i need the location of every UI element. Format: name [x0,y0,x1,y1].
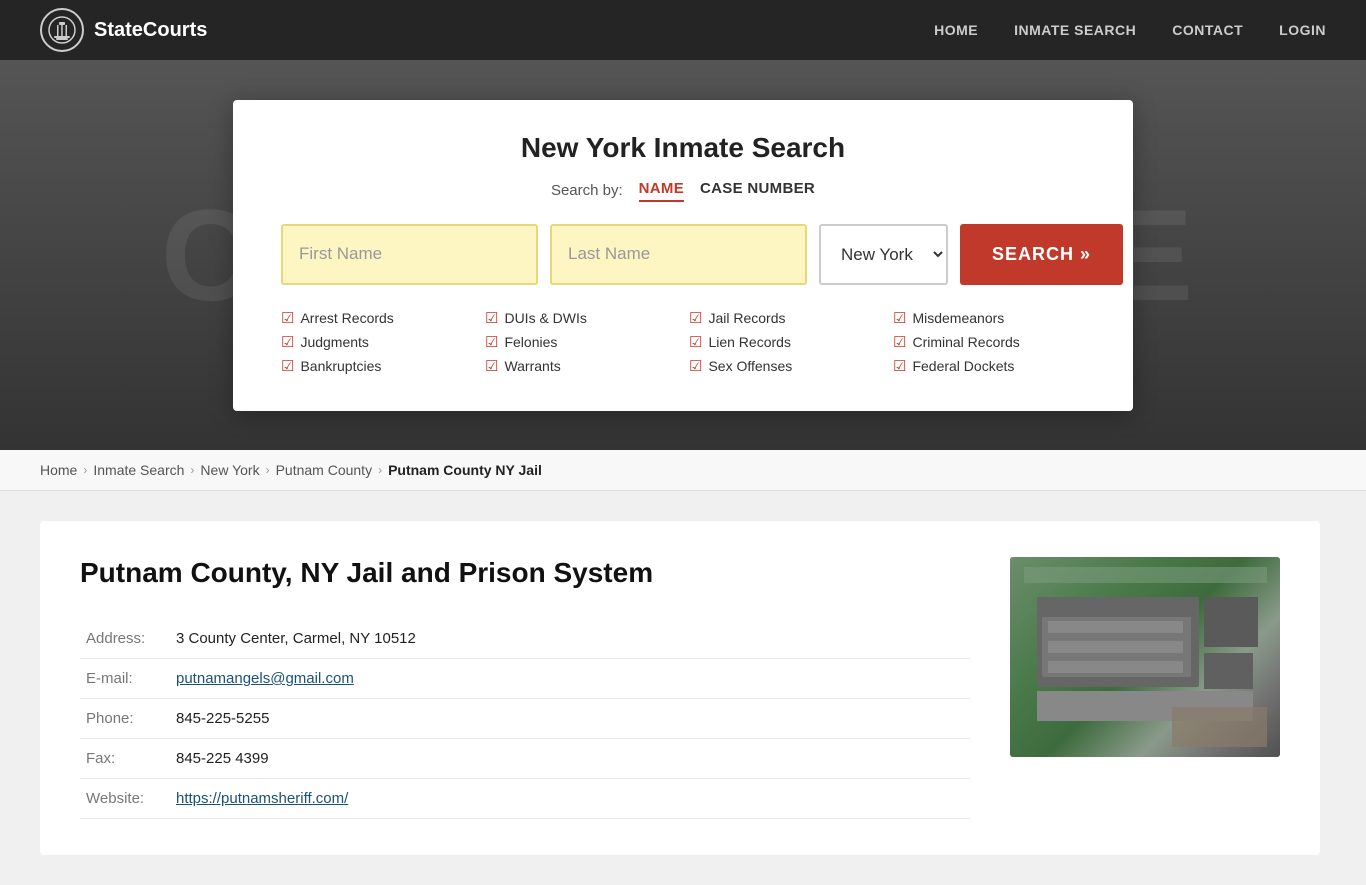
content-card: Putnam County, NY Jail and Prison System… [40,521,1320,855]
tab-name[interactable]: NAME [639,180,684,202]
check-label: Arrest Records [300,310,393,326]
check-item: ☑ Warrants [485,357,677,375]
check-item: ☑ Criminal Records [893,333,1085,351]
info-row: Phone:845-225-5255 [80,699,970,739]
breadcrumb-separator: › [378,463,382,477]
breadcrumb-item: Putnam County NY Jail [388,462,542,478]
search-inputs-row: New York Alabama Alaska California Flori… [281,224,1085,285]
checkbox-icon: ☑ [281,309,294,327]
check-label: Warrants [504,358,560,374]
check-item: ☑ Bankruptcies [281,357,473,375]
check-item: ☑ Lien Records [689,333,881,351]
check-item: ☑ Misdemeanors [893,309,1085,327]
info-value[interactable]: putnamangels@gmail.com [170,659,970,699]
info-value: 845-225-5255 [170,699,970,739]
last-name-input[interactable] [550,224,807,285]
check-label: Jail Records [708,310,785,326]
nav-contact[interactable]: CONTACT [1172,22,1243,38]
check-label: Misdemeanors [912,310,1004,326]
logo-icon [40,8,84,52]
check-label: DUIs & DWIs [504,310,586,326]
info-section: Putnam County, NY Jail and Prison System… [80,557,970,819]
breadcrumb-separator: › [83,463,87,477]
info-row: E-mail: putnamangels@gmail.com [80,659,970,699]
checkbox-icon: ☑ [893,333,906,351]
info-label: Website: [80,779,170,819]
header: StateCourts HOME INMATE SEARCH CONTACT L… [0,0,1366,60]
breadcrumb-separator: › [190,463,194,477]
nav-login[interactable]: LOGIN [1279,22,1326,38]
search-card-title: New York Inmate Search [281,132,1085,164]
check-label: Bankruptcies [300,358,381,374]
info-link[interactable]: putnamangels@gmail.com [176,670,354,687]
checkbox-icon: ☑ [281,357,294,375]
checkbox-icon: ☑ [485,309,498,327]
checkbox-icon: ☑ [893,309,906,327]
info-table: Address:3 County Center, Carmel, NY 1051… [80,619,970,819]
check-label: Lien Records [708,334,791,350]
search-button[interactable]: SEARCH » [960,224,1123,285]
check-item: ☑ Sex Offenses [689,357,881,375]
checkbox-icon: ☑ [689,357,702,375]
info-value: 3 County Center, Carmel, NY 10512 [170,619,970,659]
checkbox-icon: ☑ [281,333,294,351]
checks-grid: ☑ Arrest Records ☑ DUIs & DWIs ☑ Jail Records… [281,309,1085,375]
check-item: ☑ Judgments [281,333,473,351]
breadcrumb: Home › Inmate Search › New York › Putnam Count… [0,450,1366,491]
logo-area: StateCourts [40,8,207,52]
checkbox-icon: ☑ [485,357,498,375]
breadcrumb-item[interactable]: New York [200,462,259,478]
search-card: New York Inmate Search Search by: NAME C… [233,100,1133,411]
breadcrumb-item[interactable]: Inmate Search [93,462,184,478]
info-label: Fax: [80,739,170,779]
info-label: Address: [80,619,170,659]
check-item: ☑ DUIs & DWIs [485,309,677,327]
info-value[interactable]: https://putnamsheriff.com/ [170,779,970,819]
tab-case-number[interactable]: CASE NUMBER [700,180,815,202]
check-label: Sex Offenses [708,358,792,374]
hero-section: COURTHOUSE New York Inmate Search Search… [0,60,1366,450]
info-value: 845-225 4399 [170,739,970,779]
main-content: Putnam County, NY Jail and Prison System… [0,491,1366,885]
nav: HOME INMATE SEARCH CONTACT LOGIN [934,22,1326,38]
check-item: ☑ Jail Records [689,309,881,327]
check-label: Judgments [300,334,368,350]
breadcrumb-separator: › [266,463,270,477]
search-by-row: Search by: NAME CASE NUMBER [281,180,1085,202]
info-label: Phone: [80,699,170,739]
content-card-inner: Putnam County, NY Jail and Prison System… [80,557,1280,819]
breadcrumb-item[interactable]: Home [40,462,77,478]
info-link[interactable]: https://putnamsheriff.com/ [176,790,348,807]
first-name-input[interactable] [281,224,538,285]
aerial-photo [1010,557,1280,757]
info-label: E-mail: [80,659,170,699]
info-row: Website: https://putnamsheriff.com/ [80,779,970,819]
nav-inmate-search[interactable]: INMATE SEARCH [1014,22,1136,38]
check-item: ☑ Arrest Records [281,309,473,327]
info-row: Address:3 County Center, Carmel, NY 1051… [80,619,970,659]
checkbox-icon: ☑ [689,309,702,327]
check-label: Felonies [504,334,557,350]
logo-text: StateCourts [94,19,207,42]
check-item: ☑ Felonies [485,333,677,351]
breadcrumb-item[interactable]: Putnam County [276,462,373,478]
jail-image [1010,557,1280,757]
search-by-label: Search by: [551,182,623,199]
state-select[interactable]: New York Alabama Alaska California Flori… [819,224,948,285]
jail-title: Putnam County, NY Jail and Prison System [80,557,970,589]
check-item: ☑ Federal Dockets [893,357,1085,375]
info-row: Fax:845-225 4399 [80,739,970,779]
nav-home[interactable]: HOME [934,22,978,38]
check-label: Criminal Records [912,334,1019,350]
checkbox-icon: ☑ [893,357,906,375]
check-label: Federal Dockets [912,358,1014,374]
checkbox-icon: ☑ [485,333,498,351]
checkbox-icon: ☑ [689,333,702,351]
